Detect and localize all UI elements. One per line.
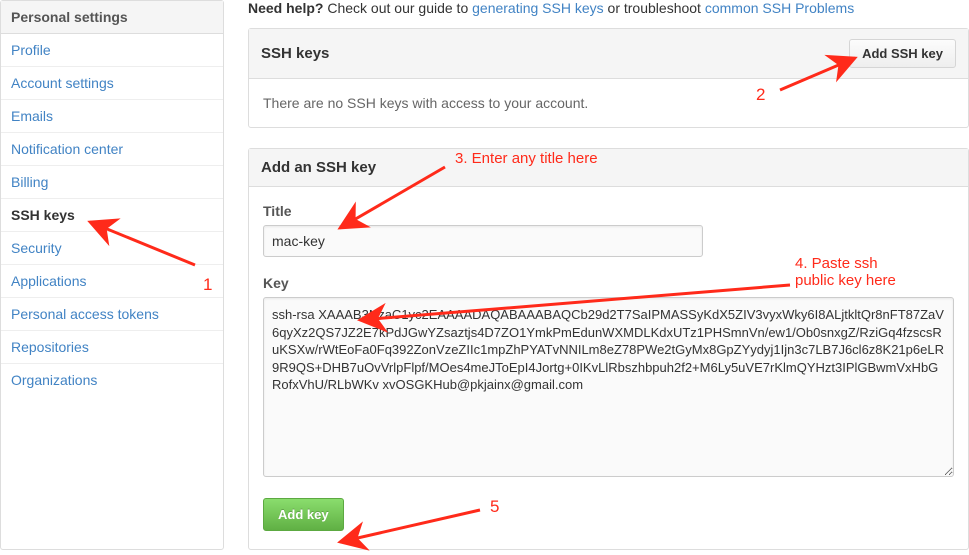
sidebar-item-security[interactable]: Security	[1, 232, 223, 265]
sidebar-item-emails[interactable]: Emails	[1, 100, 223, 133]
ssh-keys-panel-title: SSH keys	[261, 45, 329, 62]
sidebar-item-applications[interactable]: Applications	[1, 265, 223, 298]
add-ssh-key-form: Add an SSH key Title Key Add key	[248, 148, 969, 550]
add-key-button[interactable]: Add key	[263, 498, 344, 531]
sidebar-item-account-settings[interactable]: Account settings	[1, 67, 223, 100]
sidebar-item-personal-access-tokens[interactable]: Personal access tokens	[1, 298, 223, 331]
ssh-keys-empty-message: There are no SSH keys with access to you…	[263, 95, 588, 111]
sidebar-item-profile[interactable]: Profile	[1, 34, 223, 67]
title-input[interactable]	[263, 225, 703, 257]
add-ssh-key-button[interactable]: Add SSH key	[849, 39, 956, 68]
key-textarea[interactable]	[263, 297, 954, 477]
settings-sidebar: Personal settings Profile Account settin…	[0, 0, 224, 550]
sidebar-item-notification-center[interactable]: Notification center	[1, 133, 223, 166]
sidebar-header: Personal settings	[1, 1, 223, 34]
sidebar-item-organizations[interactable]: Organizations	[1, 364, 223, 396]
key-label: Key	[263, 275, 954, 291]
ssh-keys-panel: SSH keys Add SSH key There are no SSH ke…	[248, 28, 969, 128]
sidebar-item-repositories[interactable]: Repositories	[1, 331, 223, 364]
help-prefix: Need help?	[248, 0, 323, 16]
sidebar-item-billing[interactable]: Billing	[1, 166, 223, 199]
sidebar-item-ssh-keys[interactable]: SSH keys	[1, 199, 223, 232]
help-text: Need help? Check out our guide to genera…	[248, 0, 969, 16]
link-generating-ssh-keys[interactable]: generating SSH keys	[472, 0, 604, 16]
form-heading: Add an SSH key	[261, 159, 376, 176]
title-label: Title	[263, 203, 954, 219]
link-common-ssh-problems[interactable]: common SSH Problems	[705, 0, 854, 16]
